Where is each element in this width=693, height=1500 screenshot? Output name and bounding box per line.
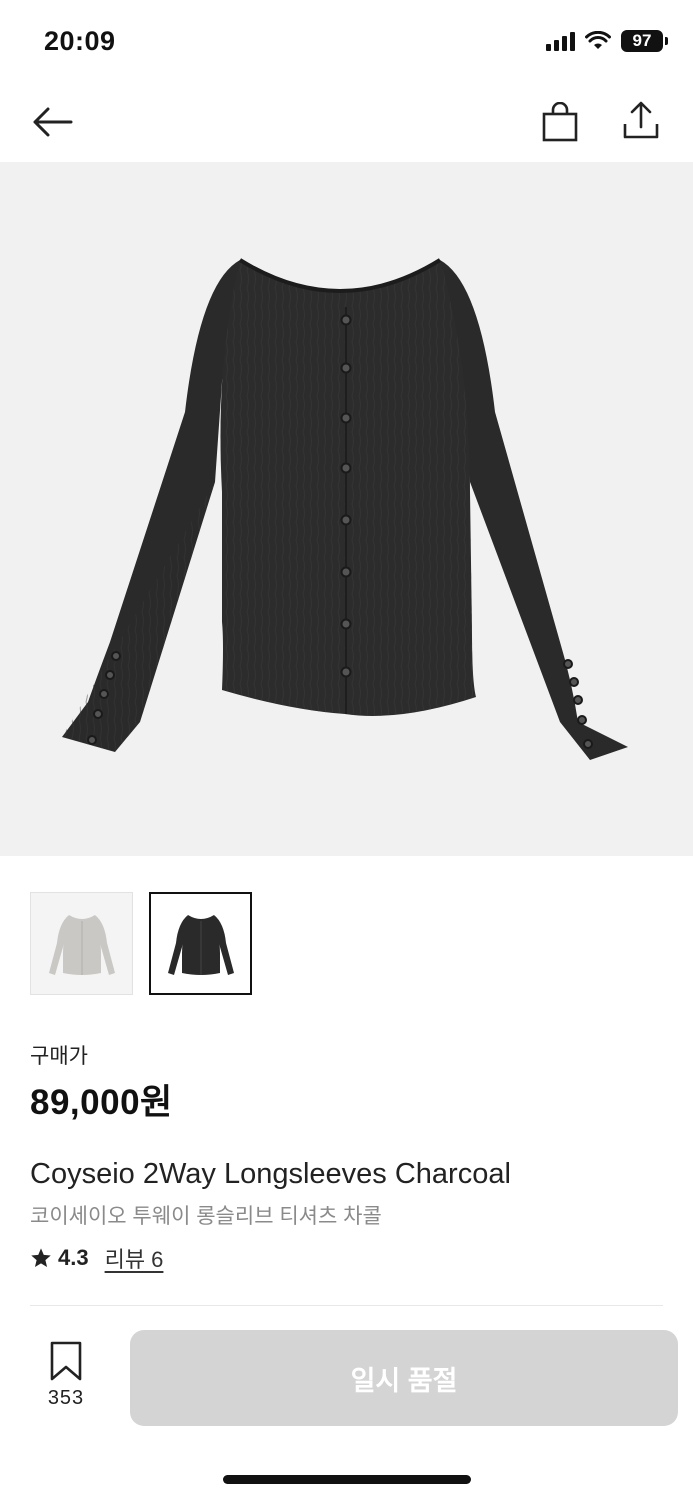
cardigan-illustration	[62, 258, 628, 760]
sold-out-button[interactable]: 일시 품절	[130, 1330, 678, 1426]
back-arrow-icon	[33, 107, 73, 137]
price: 89,000원	[30, 1083, 173, 1122]
home-indicator	[223, 1475, 471, 1484]
signal-icon	[546, 31, 575, 51]
rating-row: 4.3 리뷰 6	[30, 1242, 163, 1274]
charcoal-cardigan-icon	[167, 914, 234, 975]
bookmark-icon	[50, 1341, 82, 1381]
back-button[interactable]	[28, 100, 76, 144]
thumbnail-charcoal[interactable]	[149, 892, 252, 995]
status-bar: 20:09 97	[0, 0, 693, 84]
shopping-bag-icon	[542, 102, 578, 142]
bookmark-button[interactable]: 353	[30, 1341, 102, 1410]
shopping-bag-button[interactable]	[536, 98, 584, 146]
share-button[interactable]	[617, 96, 665, 144]
battery-icon: 97	[621, 30, 668, 52]
gray-cardigan-icon	[48, 914, 115, 975]
status-time: 20:09	[44, 26, 116, 56]
review-link[interactable]: 리뷰 6	[105, 1242, 164, 1274]
status-icons: 97	[546, 30, 668, 52]
bottom-action-bar: 353 일시 품절	[0, 1315, 693, 1500]
nav-bar	[0, 84, 693, 162]
product-image[interactable]	[0, 162, 693, 856]
color-thumbnails	[30, 892, 252, 995]
product-name-ko: 코이세이오 투웨이 롱슬리브 티셔츠 차콜	[30, 1205, 382, 1228]
star-icon	[31, 1248, 51, 1267]
rating-value: 4.3	[58, 1245, 89, 1270]
share-icon	[623, 101, 659, 139]
bookmark-count: 353	[47, 1387, 85, 1409]
wifi-icon	[585, 31, 611, 49]
price-label: 구매가	[30, 1045, 88, 1068]
divider	[30, 1305, 663, 1306]
product-name-en: Coyseio 2Way Longsleeves Charcoal	[30, 1158, 511, 1190]
thumbnail-gray[interactable]	[30, 892, 133, 995]
